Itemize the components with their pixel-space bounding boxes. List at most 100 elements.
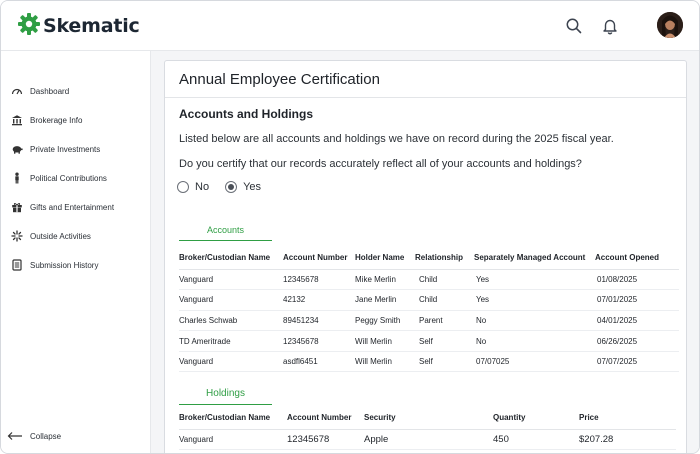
sidebar-item-label: Dashboard — [30, 86, 70, 96]
main-content: Annual Employee Certification Accounts a… — [151, 51, 699, 453]
app-window: Skematic Dashboard Brokerage Info Privat… — [0, 0, 700, 454]
table-cell: Will Merlin — [355, 351, 415, 373]
sidebar-item-brokerage-info[interactable]: Brokerage Info — [11, 111, 82, 129]
table-cell: Will Merlin — [355, 330, 415, 352]
column-header: Account Opened — [595, 247, 679, 270]
table-cell: 07/07025 — [474, 351, 595, 373]
accounts-table: Broker/Custodian Name Account Number Hol… — [179, 247, 679, 373]
column-header: Account Number — [287, 407, 364, 430]
table-cell: 07/01/2025 — [595, 289, 679, 311]
table-cell: No — [474, 310, 595, 332]
card-title: Annual Employee Certification — [165, 61, 686, 98]
sidebar-item-label: Private Investments — [30, 144, 101, 154]
sidebar-item-label: Political Contributions — [30, 173, 107, 183]
table-cell: Vanguard — [179, 269, 283, 291]
sidebar-item-label: Gifts and Entertainment — [30, 202, 115, 212]
column-header: Relationship — [415, 247, 474, 270]
table-cell: Parent — [415, 310, 474, 332]
sidebar-item-submission-history[interactable]: Submission History — [11, 256, 98, 274]
brand-name: Skematic — [43, 15, 140, 37]
sidebar-item-label: Outside Activities — [30, 231, 91, 241]
brand-logo[interactable]: Skematic — [17, 12, 140, 37]
radio-yes-label[interactable]: Yes — [243, 181, 261, 193]
column-header: Price — [579, 407, 676, 430]
table-cell: 89451234 — [283, 310, 355, 332]
certify-question: Do you certify that our records accurate… — [179, 158, 582, 170]
sidebar-item-label: Submission History — [30, 260, 99, 270]
table-cell: 01/08/2025 — [595, 269, 679, 291]
column-header: Account Number — [283, 247, 355, 270]
column-header: Holder Name — [355, 247, 415, 270]
table-cell: 12345678 — [287, 429, 364, 451]
holdings-table: Broker/Custodian Name Account Number Sec… — [179, 407, 676, 451]
table-cell: Self — [415, 351, 474, 373]
table-cell: Vanguard — [179, 429, 287, 451]
sidebar: Dashboard Brokerage Info Private Investm… — [1, 51, 151, 453]
person-icon — [15, 172, 19, 184]
section-title: Accounts and Holdings — [179, 107, 314, 121]
sidebar-item-outside-activities[interactable]: Outside Activities — [11, 227, 91, 245]
radio-no-label[interactable]: No — [195, 181, 209, 193]
top-bar: Skematic — [1, 1, 699, 51]
table-cell: Child — [415, 269, 474, 291]
search-icon[interactable] — [565, 17, 583, 35]
tab-holdings[interactable]: Holdings — [179, 388, 272, 405]
table-cell: Self — [415, 330, 474, 352]
table-row[interactable]: Vanguard 12345678 Mike Merlin Child Yes … — [179, 269, 679, 291]
collapse-button[interactable]: Collapse — [7, 431, 61, 441]
table-cell: Jane Merlin — [355, 289, 415, 311]
bank-icon — [12, 115, 22, 126]
table-cell: Charles Schwab — [179, 310, 283, 332]
table-cell: 04/01/2025 — [595, 310, 679, 332]
table-cell: Apple — [364, 429, 493, 451]
table-row[interactable]: Vanguard asdfl6451 Will Merlin Self 07/0… — [179, 351, 679, 373]
table-row[interactable]: TD Ameritrade 12345678 Will Merlin Self … — [179, 330, 679, 352]
table-cell: 07/07/2025 — [595, 351, 679, 373]
sidebar-item-gifts-entertainment[interactable]: Gifts and Entertainment — [11, 198, 114, 216]
table-cell: Vanguard — [179, 289, 283, 311]
sidebar-item-political-contributions[interactable]: Political Contributions — [11, 169, 107, 187]
sparkle-icon — [11, 230, 23, 242]
avatar[interactable] — [657, 12, 683, 38]
table-cell: 12345678 — [283, 330, 355, 352]
radio-yes[interactable] — [225, 181, 238, 193]
certification-card: Annual Employee Certification Accounts a… — [164, 60, 687, 453]
column-header: Separately Managed Account — [474, 247, 595, 270]
table-cell: $207.28 — [579, 429, 676, 451]
sidebar-item-label: Brokerage Info — [30, 115, 83, 125]
table-header-row: Broker/Custodian Name Account Number Hol… — [179, 247, 679, 270]
arrow-left-icon — [7, 432, 22, 440]
table-cell: Yes — [474, 289, 595, 311]
gear-logo-icon — [18, 13, 40, 35]
table-cell: 06/26/2025 — [595, 330, 679, 352]
table-cell: 12345678 — [283, 269, 355, 291]
table-row[interactable]: Vanguard 12345678 Apple 450 $207.28 — [179, 429, 676, 451]
table-cell: Yes — [474, 269, 595, 291]
table-cell: Child — [415, 289, 474, 311]
column-header: Broker/Custodian Name — [179, 247, 283, 270]
table-row[interactable]: Charles Schwab 89451234 Peggy Smith Pare… — [179, 310, 679, 332]
intro-text: Listed below are all accounts and holdin… — [179, 133, 614, 145]
table-cell: asdfl6451 — [283, 351, 355, 373]
table-cell: TD Ameritrade — [179, 330, 283, 352]
user-avatar-icon — [657, 12, 683, 38]
table-header-row: Broker/Custodian Name Account Number Sec… — [179, 407, 676, 430]
history-icon — [12, 259, 22, 271]
column-header: Security — [364, 407, 493, 430]
table-cell: Vanguard — [179, 351, 283, 373]
sidebar-item-private-investments[interactable]: Private Investments — [11, 140, 100, 158]
bell-icon[interactable] — [601, 17, 619, 35]
tab-accounts[interactable]: Accounts — [179, 225, 272, 241]
table-cell: No — [474, 330, 595, 352]
certify-radio-group: No Yes — [177, 181, 277, 193]
collapse-label: Collapse — [30, 431, 62, 441]
sidebar-item-dashboard[interactable]: Dashboard — [11, 82, 69, 100]
table-cell: 450 — [493, 429, 579, 451]
column-header: Broker/Custodian Name — [179, 407, 287, 430]
column-header: Quantity — [493, 407, 579, 430]
piggy-bank-icon — [12, 146, 23, 154]
table-cell: Mike Merlin — [355, 269, 415, 291]
table-row[interactable]: Vanguard 42132 Jane Merlin Child Yes 07/… — [179, 289, 679, 311]
table-cell: Peggy Smith — [355, 310, 415, 332]
radio-no[interactable] — [177, 181, 189, 193]
